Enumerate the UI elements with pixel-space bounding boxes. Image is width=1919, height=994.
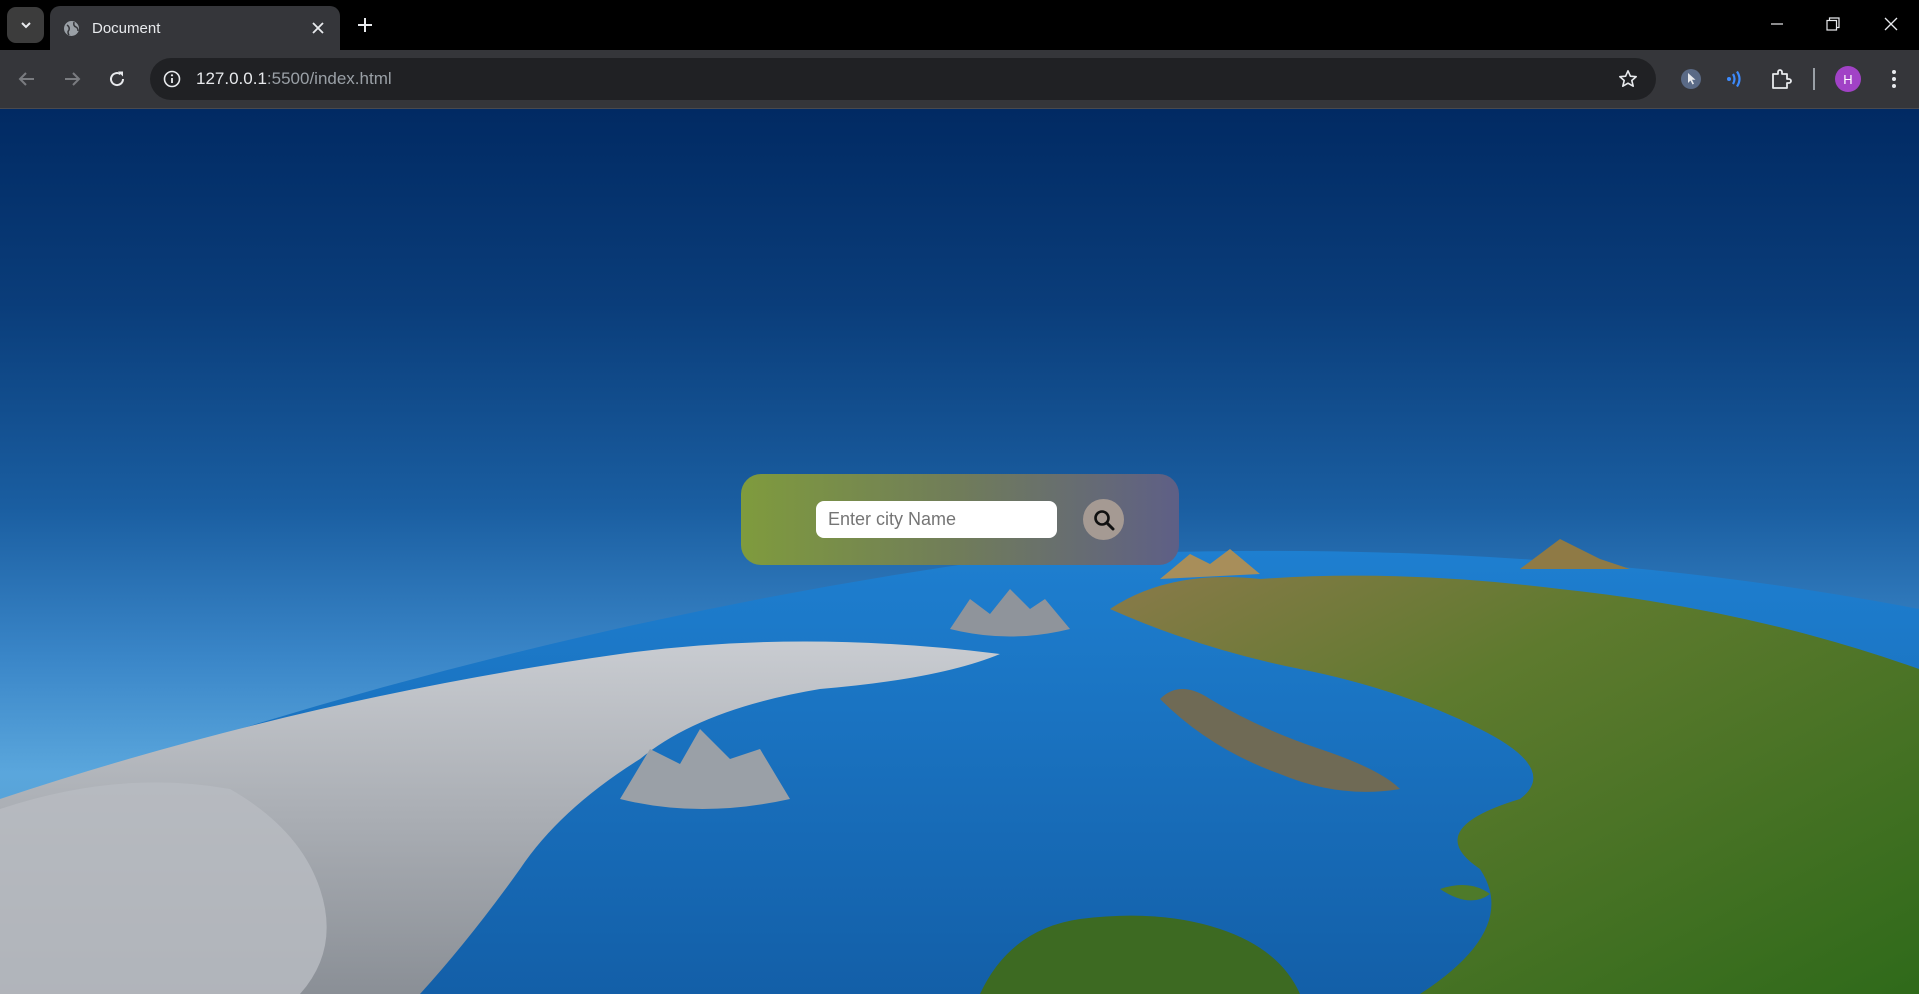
kebab-menu-icon[interactable] (1879, 64, 1909, 94)
back-icon[interactable] (12, 64, 42, 94)
window-close-icon[interactable] (1866, 6, 1916, 42)
browser-toolbar: 127.0.0.1:5500/index.html (0, 50, 1919, 109)
page-viewport (0, 109, 1919, 994)
plus-icon[interactable] (352, 12, 378, 38)
close-icon[interactable] (306, 16, 330, 40)
tab-title: Document (92, 19, 161, 37)
weather-search-card (741, 474, 1179, 565)
city-search-input[interactable] (816, 501, 1057, 538)
browser-titlebar: Document (0, 0, 1919, 50)
restore-icon[interactable] (1808, 6, 1858, 42)
cursor-extension-icon[interactable] (1676, 64, 1706, 94)
reload-icon[interactable] (102, 64, 132, 94)
star-icon[interactable] (1616, 67, 1640, 91)
address-bar[interactable]: 127.0.0.1:5500/index.html (150, 58, 1656, 100)
tab-search-icon (20, 22, 31, 29)
forward-icon[interactable] (57, 64, 87, 94)
info-icon[interactable] (160, 67, 184, 91)
url-port-path: :5500/index.html (266, 69, 392, 88)
globe-icon (62, 19, 80, 37)
search-icon (1093, 509, 1114, 530)
profile-avatar[interactable]: H (1835, 66, 1861, 92)
tab-search-button[interactable] (7, 7, 44, 43)
minimize-icon[interactable] (1752, 6, 1802, 42)
toolbar-divider (1813, 68, 1815, 90)
address-url[interactable]: 127.0.0.1:5500/index.html (196, 69, 392, 89)
search-button[interactable] (1083, 499, 1124, 540)
puzzle-icon[interactable] (1766, 64, 1796, 94)
url-host: 127.0.0.1 (196, 69, 267, 88)
tab-document[interactable]: Document (50, 6, 340, 50)
wave-extension-icon[interactable] (1720, 64, 1750, 94)
